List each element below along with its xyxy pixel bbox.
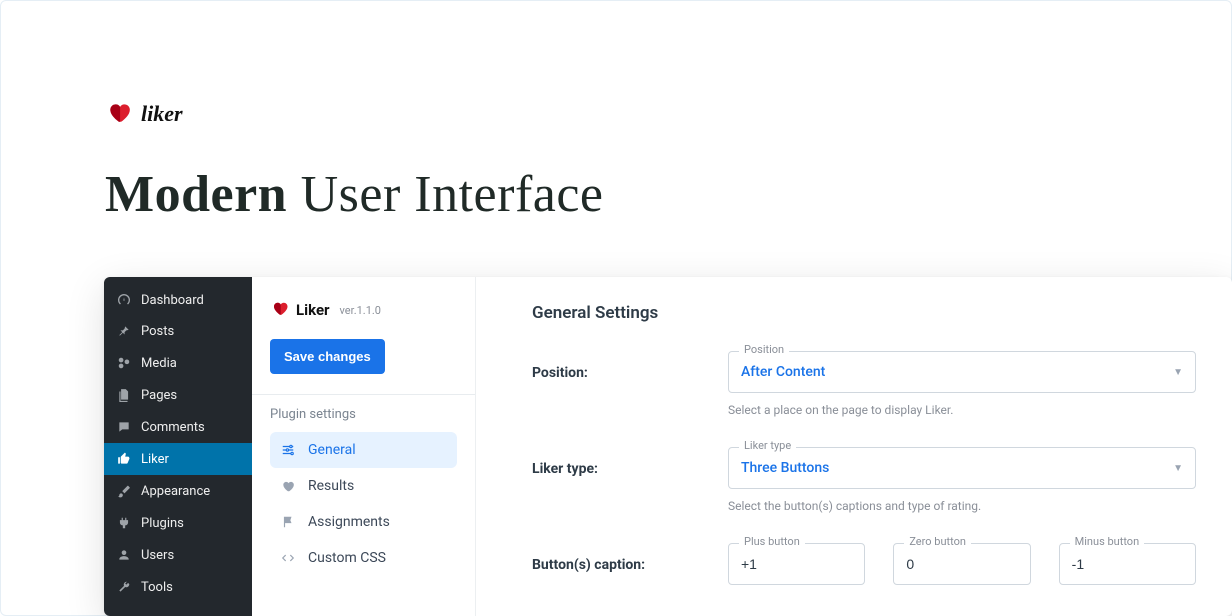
sidebar-item-media[interactable]: Media: [104, 347, 252, 379]
select-value: Three Buttons: [741, 460, 829, 476]
sidebar-item-label: Liker: [141, 452, 169, 467]
zero-button-input-wrap: Zero button: [893, 543, 1030, 585]
wp-sidebar: Dashboard Posts Media Pages Comments Lik…: [104, 277, 252, 616]
float-label: Minus button: [1070, 535, 1145, 548]
heart-icon: [105, 99, 133, 129]
save-button[interactable]: Save changes: [270, 339, 385, 374]
captions-row: Button(s) caption: Plus button Zero butt…: [532, 543, 1196, 585]
wrench-icon: [116, 579, 132, 595]
zero-button-input[interactable]: [906, 556, 1017, 572]
sidebar-item-appearance[interactable]: Appearance: [104, 475, 252, 507]
brand-header: liker: [1, 1, 1231, 129]
settings-item-label: General: [308, 442, 356, 458]
plugin-name: Liker: [296, 301, 330, 319]
main-panel: General Settings Position: Position Afte…: [476, 277, 1232, 616]
heart-icon: [270, 299, 290, 321]
sidebar-item-liker[interactable]: Liker: [104, 443, 252, 475]
sidebar-item-label: Posts: [141, 324, 174, 339]
settings-item-custom-css[interactable]: Custom CSS: [270, 540, 457, 576]
plus-button-input[interactable]: [741, 556, 852, 572]
float-label: Liker type: [739, 439, 796, 452]
hero-title: Modern User Interface: [1, 129, 1231, 224]
chevron-down-icon: ▼: [1173, 367, 1183, 378]
app-window: Dashboard Posts Media Pages Comments Lik…: [104, 277, 1232, 616]
media-icon: [116, 355, 132, 371]
divider: [252, 394, 475, 395]
position-label: Position:: [532, 351, 728, 381]
sidebar-item-label: Media: [141, 356, 177, 371]
position-helper: Select a place on the page to display Li…: [728, 403, 1196, 417]
user-icon: [116, 547, 132, 563]
sidebar-item-label: Plugins: [141, 516, 184, 531]
brand-name: liker: [141, 101, 183, 127]
sidebar-item-users[interactable]: Users: [104, 539, 252, 571]
pin-icon: [116, 323, 132, 339]
captions-label: Button(s) caption:: [532, 543, 728, 573]
sidebar-item-plugins[interactable]: Plugins: [104, 507, 252, 539]
sidebar-item-pages[interactable]: Pages: [104, 379, 252, 411]
minus-button-input-wrap: Minus button: [1059, 543, 1196, 585]
plugin-version: ver.1.1.0: [340, 304, 381, 317]
settings-item-general[interactable]: General: [270, 432, 457, 468]
position-row: Position: Position After Content ▼ Selec…: [532, 351, 1196, 417]
sidebar-item-label: Users: [141, 548, 174, 563]
brush-icon: [116, 483, 132, 499]
sidebar-item-comments[interactable]: Comments: [104, 411, 252, 443]
settings-item-label: Custom CSS: [308, 550, 386, 566]
sidebar-item-label: Comments: [141, 420, 205, 435]
liker-type-row: Liker type: Liker type Three Buttons ▼ S…: [532, 447, 1196, 513]
float-label: Zero button: [904, 535, 971, 548]
float-label: Position: [739, 343, 789, 356]
settings-item-results[interactable]: Results: [270, 468, 457, 504]
plugin-panel: Liker ver.1.1.0 Save changes Plugin sett…: [252, 277, 476, 616]
pages-icon: [116, 387, 132, 403]
minus-button-input[interactable]: [1072, 556, 1183, 572]
sidebar-item-label: Appearance: [141, 484, 210, 499]
settings-item-assignments[interactable]: Assignments: [270, 504, 457, 540]
liker-type-helper: Select the button(s) captions and type o…: [728, 499, 1196, 513]
liker-type-select[interactable]: Liker type Three Buttons ▼: [728, 447, 1196, 489]
plus-button-input-wrap: Plus button: [728, 543, 865, 585]
thumb-icon: [116, 451, 132, 467]
plugin-header: Liker ver.1.1.0: [270, 299, 457, 321]
chevron-down-icon: ▼: [1173, 463, 1183, 474]
comment-icon: [116, 419, 132, 435]
settings-group-title: Plugin settings: [270, 407, 457, 422]
settings-item-label: Results: [308, 478, 354, 494]
heart-icon: [280, 478, 296, 494]
float-label: Plus button: [739, 535, 805, 548]
sidebar-item-label: Tools: [141, 580, 173, 595]
sidebar-item-label: Pages: [141, 388, 177, 403]
sidebar-item-posts[interactable]: Posts: [104, 315, 252, 347]
liker-type-label: Liker type:: [532, 447, 728, 477]
code-icon: [280, 550, 296, 566]
sliders-icon: [280, 442, 296, 458]
sidebar-item-tools[interactable]: Tools: [104, 571, 252, 603]
position-select[interactable]: Position After Content ▼: [728, 351, 1196, 393]
plug-icon: [116, 515, 132, 531]
flag-icon: [280, 514, 296, 530]
settings-item-label: Assignments: [308, 514, 390, 530]
sidebar-item-dashboard[interactable]: Dashboard: [104, 277, 252, 315]
sidebar-item-label: Dashboard: [141, 293, 204, 308]
page-title: General Settings: [532, 303, 1196, 323]
gauge-icon: [116, 292, 132, 308]
select-value: After Content: [741, 364, 825, 380]
